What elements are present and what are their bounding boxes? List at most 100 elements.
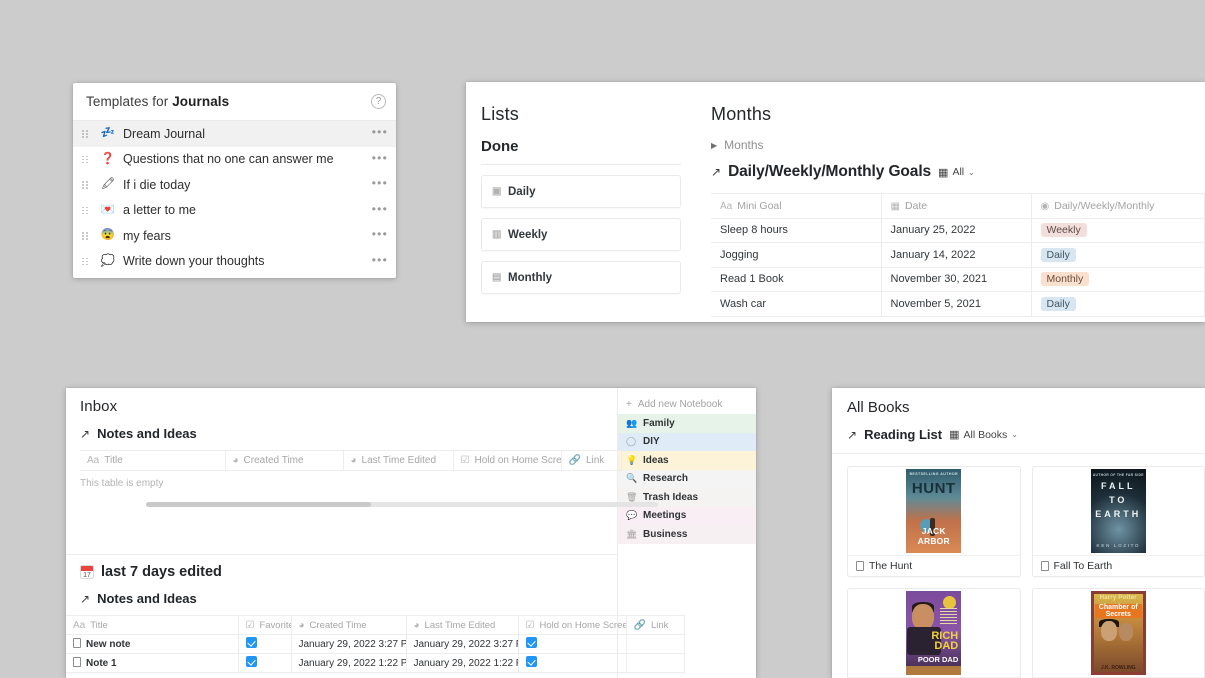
column-label: Link [585,455,605,466]
column-header[interactable]: ▦ Date [881,193,1032,219]
book-card[interactable]: Harry Potter Chamber of Secrets J.K. ROWLI… [1031,588,1205,678]
drag-handle-icon[interactable] [79,155,91,164]
book-card[interactable]: RICHDADPOOR DADRich Dad Poor Dad [847,588,1021,678]
column-header[interactable]: ◕ Created Time [225,450,344,471]
column-label: Created Time [243,455,304,466]
books-view-selector[interactable]: ▦ All Books ⌄ [949,428,1018,442]
cell-favorite[interactable] [238,653,292,673]
template-row[interactable]: 💤 Dream Journal ••• [73,121,396,147]
template-list: 💤 Dream Journal ••• ❓ Questions that no one … [73,121,396,274]
goals-title[interactable]: Daily/Weekly/Monthly Goals [728,163,931,181]
status-badge: Monthly [1040,272,1090,287]
view-selector[interactable]: ▦ All ⌄ [938,166,975,179]
add-new-notebook-button[interactable]: + Add new Notebook [618,395,756,414]
cell-favorite[interactable] [238,634,292,654]
templates-header: Templates for Journals ? [73,83,396,121]
column-label: Hold on Home Screen [474,455,560,466]
cell-link [626,653,685,673]
chevron-down-icon: ⌄ [968,167,975,177]
checkbox[interactable] [245,637,257,648]
list-card[interactable]: ▥ Weekly [481,218,681,251]
notebook-item[interactable]: 🏛 Business [618,525,756,544]
drag-handle-icon[interactable] [79,130,91,138]
column-header[interactable]: ◉ Daily/Weekly/Monthly [1031,193,1205,219]
more-options-icon[interactable]: ••• [372,152,388,167]
notebook-item[interactable]: 💬 Meetings [618,506,756,525]
more-options-icon[interactable]: ••• [372,254,388,269]
column-header[interactable]: ☑ Hold on Home Screen [453,450,562,471]
arrow-ne-icon: ↗ [847,427,858,442]
last7-subheader[interactable]: ↗ Notes and Ideas [66,591,617,606]
book-card[interactable]: BESTSELLING AUTHOR HUNT JACK ARBOR The Hunt [847,466,1021,577]
column-header[interactable]: Aa Title [66,615,239,635]
column-label: Link [650,619,669,631]
column-header[interactable]: 🔗 Link [561,450,622,471]
horizontal-scrollbar[interactable] [146,502,658,507]
more-options-icon[interactable]: ••• [372,177,388,192]
notebook-item[interactable]: 👥 Family [618,414,756,433]
chevron-down-icon: ⌄ [1011,430,1018,439]
goals-header: ↗ Daily/Weekly/Monthly Goals ▦ All ⌄ [711,163,1205,181]
checkbox[interactable] [525,656,537,667]
cell-hold-home[interactable] [518,634,627,654]
cell-date: January 25, 2022 [881,218,1032,243]
column-header[interactable]: ◕ Last Time Edited [343,450,454,471]
list-card[interactable]: ▤ Monthly [481,261,681,294]
checkbox[interactable] [525,637,537,648]
table-row[interactable]: Note 1 January 29, 2022 1:22 PM January 29… [66,653,685,673]
help-icon[interactable]: ? [371,94,386,109]
table-row[interactable]: Wash car November 5, 2021 Daily [711,291,1205,317]
books-title: All Books [847,399,910,416]
lists-section-done: Done [481,138,519,155]
breadcrumb[interactable]: ▶ Months [711,138,1205,152]
table-row[interactable]: Sleep 8 hours January 25, 2022 Weekly [711,218,1205,243]
column-type-icon: Aa [87,455,100,466]
books-subheader[interactable]: ↗ Reading List ▦ All Books ⌄ [847,427,1205,442]
template-emoji-icon: 💌 [100,203,116,216]
template-row[interactable]: ❓ Questions that no one can answer me ••• [73,147,396,173]
drag-handle-icon[interactable] [79,257,91,266]
calendar-icon: ▤ [492,272,502,283]
status-badge: Weekly [1040,223,1087,238]
drag-handle-icon[interactable] [79,181,91,189]
cell-frequency: Daily [1031,291,1205,317]
book-cover: AUTHOR OF THE FAR SIDE FALL TO EARTH KEN LOZ… [1033,467,1205,555]
column-header[interactable]: 🔗 Link [626,615,685,635]
book-card[interactable]: AUTHOR OF THE FAR SIDE FALL TO EARTH KEN LOZ… [1031,466,1205,577]
cell-title: Note 1 [66,653,239,673]
column-header[interactable]: Aa Title [80,450,226,471]
more-options-icon[interactable]: ••• [372,203,388,218]
table-icon: ▦ [949,429,960,441]
table-row[interactable]: Jogging January 14, 2022 Daily [711,242,1205,268]
more-options-icon[interactable]: ••• [372,126,388,141]
notebook-item[interactable]: 🔍 Research [618,469,756,488]
column-header[interactable]: ☑ Hold on Home Screen [518,615,627,635]
column-label: Title [104,455,123,466]
template-row[interactable]: 💌 a letter to me ••• [73,198,396,224]
notebook-item[interactable]: 💡 Ideas [618,451,756,470]
notebook-item[interactable]: ◯ DIY [618,432,756,451]
more-options-icon[interactable]: ••• [372,228,388,243]
column-header[interactable]: ◕ Last Time Edited [406,615,519,635]
column-type-icon: ◉ [1040,200,1050,212]
template-row[interactable]: 🖍 If i die today ••• [73,172,396,198]
table-row[interactable]: New note January 29, 2022 3:27 PM January … [66,634,685,654]
empty-state-text: This table is empty [80,478,164,489]
table-row[interactable]: Read 1 Book November 30, 2021 Monthly [711,267,1205,292]
column-label: Created Time [309,619,367,631]
template-row[interactable]: 😨 my fears ••• [73,223,396,249]
checkbox[interactable] [245,656,257,667]
cell-hold-home[interactable] [518,653,627,673]
column-header[interactable]: ☑ Favorite [238,615,292,635]
column-header[interactable]: Aa Mini Goal [711,193,882,219]
plus-icon: + [626,399,632,410]
column-type-icon: Aa [720,200,733,212]
column-type-icon: 🔗 [633,619,646,631]
column-header[interactable]: ◕ Created Time [291,615,407,635]
column-label: Hold on Home Screen [539,619,626,631]
inbox-subheader[interactable]: ↗ Notes and Ideas [80,426,617,441]
drag-handle-icon[interactable] [79,206,91,215]
template-row[interactable]: 💭 Write down your thoughts ••• [73,249,396,275]
list-card[interactable]: ▣ Daily [481,175,681,208]
drag-handle-icon[interactable] [79,232,91,240]
